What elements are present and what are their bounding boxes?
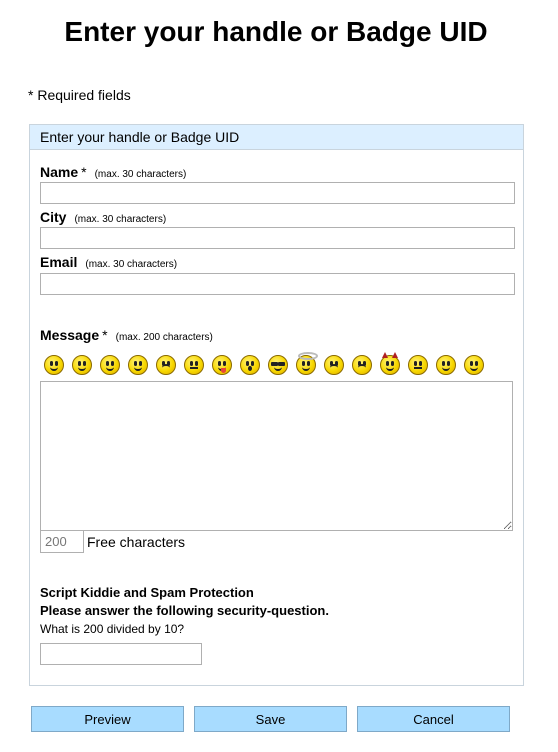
confused-icon[interactable] [184,355,204,375]
cool-icon[interactable] [268,355,288,375]
blush-icon[interactable] [436,355,456,375]
captcha-heading: Script Kiddie and Spam Protection Please… [40,584,329,620]
message-textarea[interactable] [40,381,513,531]
angel-icon[interactable] [296,352,318,375]
message-label: Message * (max. 200 characters) [40,327,213,343]
required-fields-note: * Required fields [28,87,131,103]
captcha-title: Script Kiddie and Spam Protection [40,585,254,600]
captcha-instruction: Please answer the following security-que… [40,603,329,618]
email-label: Email (max. 30 characters) [40,254,177,270]
city-label: City (max. 30 characters) [40,209,166,225]
message-hint: (max. 200 characters) [115,332,213,343]
name-field[interactable] [40,182,515,204]
wink-icon[interactable] [464,355,484,375]
captcha-answer-field[interactable] [40,643,202,665]
page-title: Enter your handle or Badge UID [64,16,488,47]
devil-icon[interactable] [380,352,400,375]
name-hint: (max. 30 characters) [94,169,187,180]
email-label-text: Email [40,254,78,270]
name-label-text: Name [40,164,79,180]
surprised-icon[interactable] [240,355,260,375]
city-field[interactable] [40,227,515,249]
captcha-question: What is 200 divided by 10? [40,622,185,636]
neutral-icon[interactable] [408,355,428,375]
name-label: Name * (max. 30 characters) [40,164,186,180]
entry-form: Enter your handle or Badge UID Name * (max… [29,124,524,686]
grin-icon[interactable] [72,355,92,375]
free-characters-label: Free characters [87,534,186,550]
free-characters-count: 200 [40,530,84,553]
city-label-text: City [40,209,67,225]
save-button[interactable]: Save [194,706,347,732]
laugh-icon[interactable] [128,355,148,375]
angry-icon[interactable] [324,355,344,375]
message-label-text: Message [40,327,100,343]
happy-icon[interactable] [100,355,120,375]
worried-icon[interactable] [352,355,372,375]
form-header: Enter your handle or Badge UID [30,125,523,150]
cancel-button[interactable]: Cancel [357,706,510,732]
name-required-mark: * [81,164,87,180]
sad-icon[interactable] [156,355,176,375]
smile-icon[interactable] [44,355,64,375]
city-hint: (max. 30 characters) [74,214,167,225]
email-hint: (max. 30 characters) [85,259,178,270]
message-required-mark: * [102,327,108,343]
tongue-icon[interactable] [212,355,232,375]
email-field[interactable] [40,273,515,295]
preview-button[interactable]: Preview [31,706,184,732]
